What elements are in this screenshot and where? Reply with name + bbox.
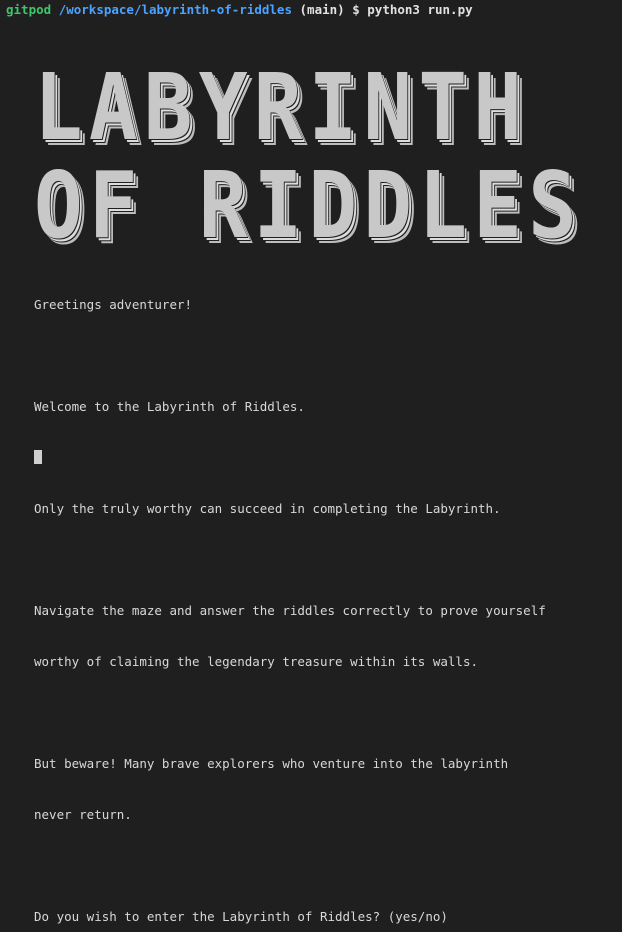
greeting-text: Greetings adventurer!: [34, 297, 193, 312]
banner-title-of-riddles: OF RIDDLES: [34, 152, 584, 259]
terminal-window[interactable]: gitpod /workspace/labyrinth-of-riddles (…: [0, 0, 622, 924]
navigate-text-2: worthy of claiming the legendary treasur…: [34, 654, 479, 669]
welcome-text: Welcome to the Labyrinth of Riddles.: [34, 399, 305, 414]
text-cursor[interactable]: [34, 450, 42, 464]
enter-question: Do you wish to enter the Labyrinth of Ri…: [34, 909, 448, 924]
shell-prompt: gitpod /workspace/labyrinth-of-riddles (…: [6, 2, 473, 18]
prompt-branch: (main): [299, 2, 345, 17]
beware-text-2: never return.: [34, 807, 132, 822]
prompt-command: python3 run.py: [367, 2, 473, 17]
ascii-banner-line-2: OF RIDDLES: [34, 128, 594, 284]
worthy-text: Only the truly worthy can succeed in com…: [34, 501, 501, 516]
prompt-symbol: $: [352, 2, 360, 17]
intro-text: Greetings adventurer! Welcome to the Lab…: [34, 262, 546, 932]
navigate-text-1: Navigate the maze and answer the riddles…: [34, 603, 546, 618]
beware-text-1: But beware! Many brave explorers who ven…: [34, 756, 509, 771]
prompt-path: /workspace/labyrinth-of-riddles: [58, 2, 292, 17]
prompt-user: gitpod: [6, 2, 52, 17]
